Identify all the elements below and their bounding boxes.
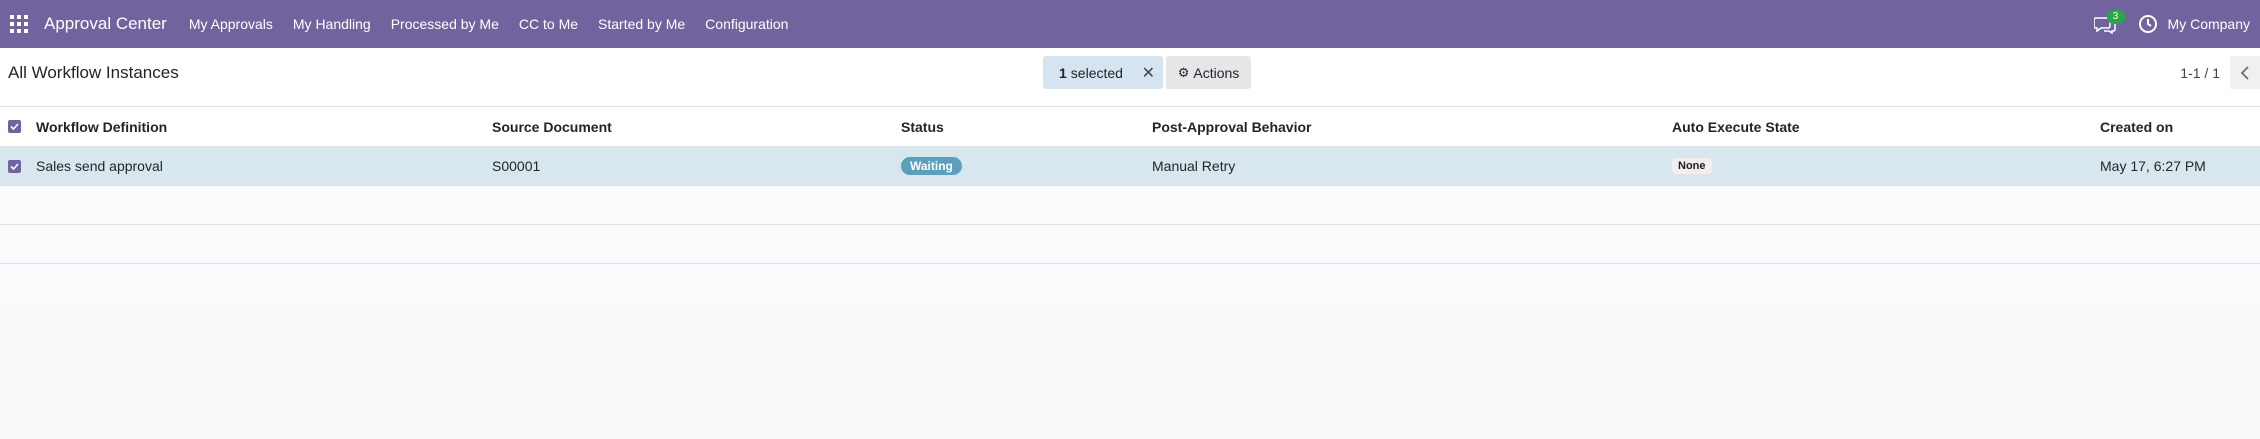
header-source-document[interactable]: Source Document — [492, 107, 612, 146]
top-navbar: Approval Center My Approvals My Handling… — [0, 0, 2260, 48]
cell-source-document[interactable]: S00001 — [492, 147, 540, 185]
top-menu: My Approvals My Handling Processed by Me… — [179, 16, 799, 32]
cell-status[interactable]: Waiting — [901, 147, 962, 185]
header-created-on[interactable]: Created on — [2100, 107, 2173, 146]
actions-button[interactable]: ⚙ Actions — [1166, 56, 1251, 89]
menu-cc-to-me[interactable]: CC to Me — [509, 16, 588, 32]
close-icon[interactable]: ✕ — [1142, 63, 1155, 83]
list-view: Workflow Definition Source Document Stat… — [0, 107, 2260, 303]
navbar-right: 3 My Company — [2093, 10, 2260, 36]
cell-workflow-definition[interactable]: Sales send approval — [36, 147, 163, 185]
cell-auto-execute-state[interactable]: None — [1672, 147, 1712, 185]
selection-indicator: 1 selected ✕ — [1043, 56, 1163, 89]
select-all-checkbox[interactable] — [8, 120, 21, 133]
actions-label: Actions — [1193, 64, 1240, 81]
empty-row — [0, 225, 2260, 264]
pager-value[interactable]: 1-1 / 1 — [2180, 65, 2220, 81]
chevron-left-icon[interactable] — [2230, 56, 2260, 89]
auto-execute-badge: None — [1672, 158, 1712, 174]
app-title[interactable]: Approval Center — [44, 14, 167, 34]
table-row[interactable]: Sales send approval S00001 Waiting Manua… — [0, 147, 2260, 186]
header-workflow-definition[interactable]: Workflow Definition — [36, 107, 167, 146]
row-checkbox[interactable] — [8, 159, 21, 173]
header-checkbox-cell — [8, 107, 21, 146]
cell-created-on[interactable]: May 17, 6:27 PM — [2100, 147, 2206, 185]
apps-grid-icon[interactable] — [8, 13, 30, 35]
menu-processed-by-me[interactable]: Processed by Me — [381, 16, 509, 32]
empty-row — [0, 186, 2260, 225]
selected-count: 1 — [1059, 64, 1067, 81]
header-post-approval-behavior[interactable]: Post-Approval Behavior — [1152, 107, 1311, 146]
menu-started-by-me[interactable]: Started by Me — [588, 16, 695, 32]
menu-my-handling[interactable]: My Handling — [283, 16, 381, 32]
table-header: Workflow Definition Source Document Stat… — [0, 107, 2260, 147]
messages-button[interactable]: 3 — [2093, 10, 2125, 36]
header-status[interactable]: Status — [901, 107, 944, 146]
empty-row — [0, 264, 2260, 303]
breadcrumb: All Workflow Instances — [8, 63, 179, 82]
header-auto-execute-state[interactable]: Auto Execute State — [1672, 107, 1800, 146]
menu-configuration[interactable]: Configuration — [695, 16, 798, 32]
row-checkbox-cell — [8, 147, 21, 185]
gear-icon: ⚙ — [1177, 64, 1190, 80]
menu-my-approvals[interactable]: My Approvals — [179, 16, 283, 32]
company-switcher[interactable]: My Company — [2168, 16, 2250, 32]
cell-post-approval-behavior[interactable]: Manual Retry — [1152, 147, 1235, 185]
status-badge: Waiting — [901, 157, 962, 175]
content-background — [0, 301, 2260, 439]
control-panel: All Workflow Instances 1 selected ✕ ⚙ Ac… — [0, 48, 2260, 107]
selected-label: selected — [1070, 64, 1123, 81]
clock-icon[interactable] — [2138, 14, 2158, 34]
message-count-badge: 3 — [2106, 10, 2125, 24]
